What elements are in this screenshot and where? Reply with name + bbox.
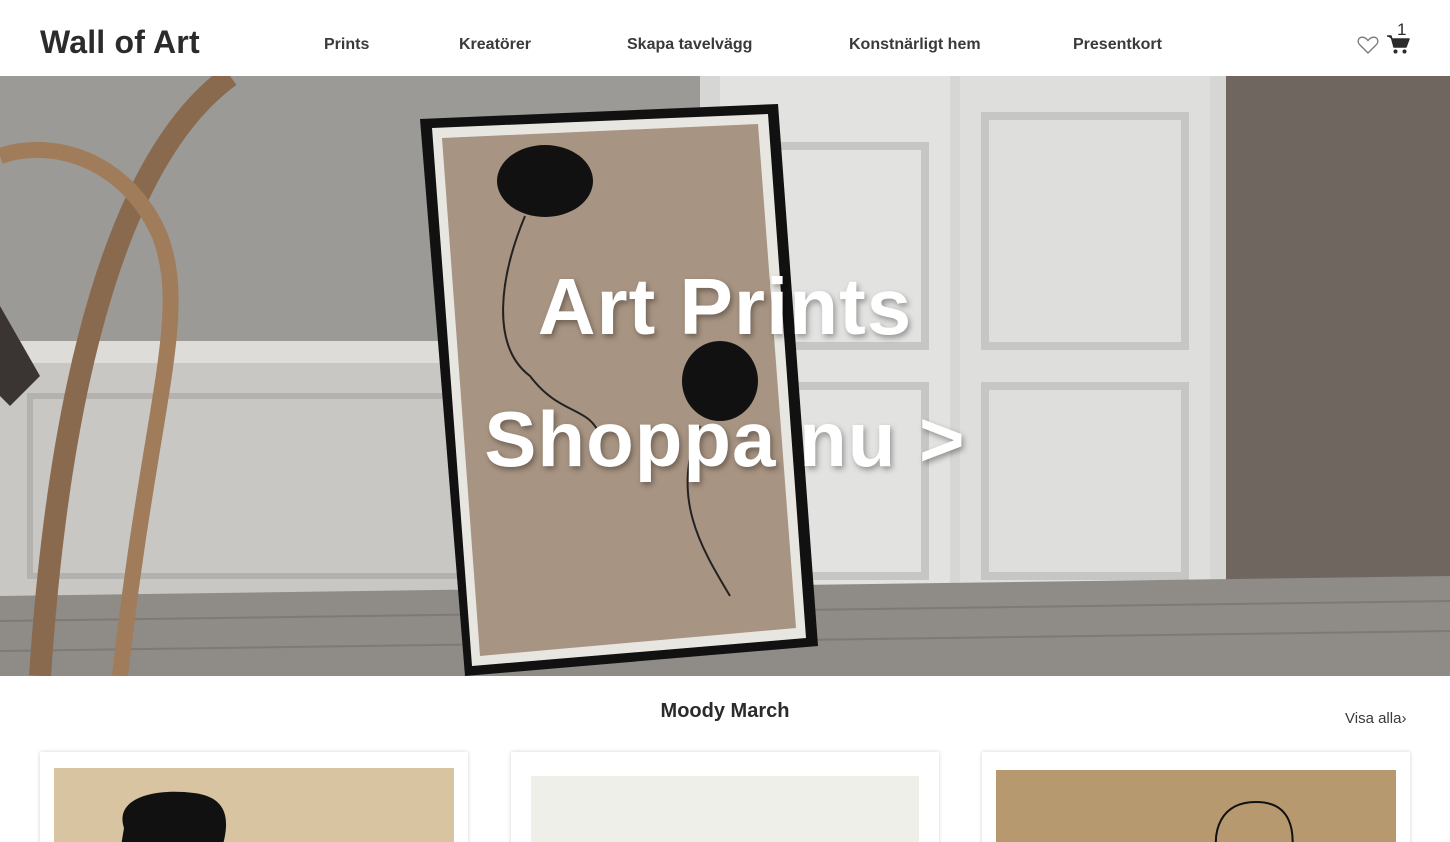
product-image (996, 770, 1396, 842)
product-image (54, 768, 454, 842)
view-all-label: Visa alla (1345, 710, 1402, 727)
hero-title: Art Prints (537, 262, 913, 351)
nav-item-prints[interactable]: Prints (324, 36, 369, 54)
product-card-1[interactable] (40, 752, 468, 842)
product-image (531, 776, 919, 842)
heart-icon[interactable] (1357, 36, 1379, 54)
product-card-2[interactable] (511, 752, 939, 842)
nav-item-presentkort[interactable]: Presentkort (1073, 36, 1162, 54)
cart-icon[interactable] (1386, 33, 1410, 55)
view-all-link[interactable]: Visa alla› (1345, 710, 1406, 727)
site-header: Wall of Art Prints Kreatörer Skapa tavel… (0, 0, 1450, 76)
site-logo[interactable]: Wall of Art (40, 24, 200, 61)
product-card-3[interactable] (982, 752, 1410, 842)
section-title: Moody March (660, 700, 790, 722)
chevron-right-icon: › (1401, 710, 1407, 727)
hero-background-image (0, 76, 1450, 676)
nav-item-konstnarligt-hem[interactable]: Konstnärligt hem (849, 36, 981, 54)
hero-shop-now-link[interactable]: Shoppa nu > (0, 394, 1450, 485)
nav-item-kreatorer[interactable]: Kreatörer (459, 36, 531, 54)
nav-item-skapa-tavelvagg[interactable]: Skapa tavelvägg (627, 36, 752, 54)
hero-banner[interactable]: Art Prints Shoppa nu > (0, 76, 1450, 676)
